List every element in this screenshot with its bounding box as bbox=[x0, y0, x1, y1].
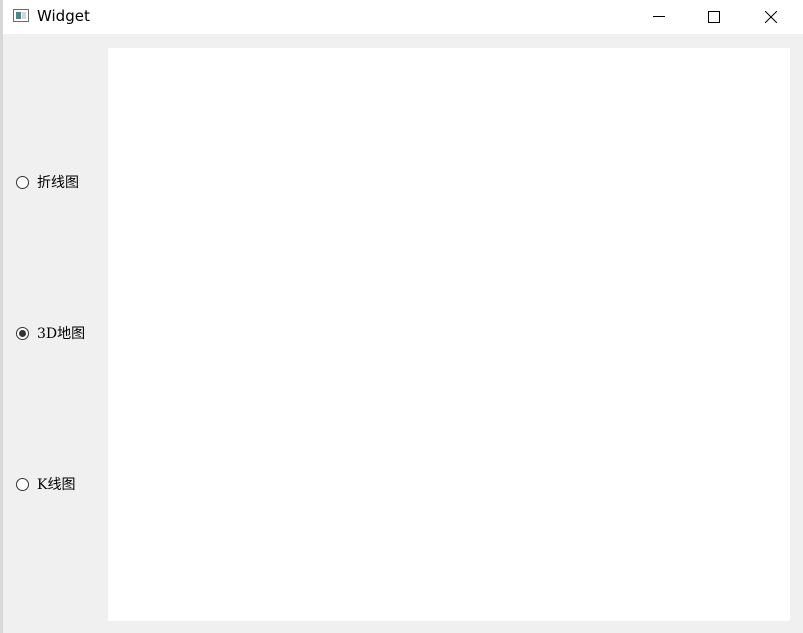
radio-button-checked[interactable] bbox=[16, 326, 29, 340]
widget-window-icon bbox=[13, 9, 29, 22]
title-bar[interactable]: Widget bbox=[3, 0, 803, 34]
chart-display-area[interactable] bbox=[108, 48, 790, 621]
close-icon bbox=[765, 11, 777, 23]
radio-3d-map[interactable]: 3D地图 bbox=[16, 323, 85, 343]
radio-label-k-line-chart: K线图 bbox=[37, 477, 76, 493]
radio-button-unchecked[interactable] bbox=[16, 477, 29, 491]
maximize-icon bbox=[708, 11, 720, 23]
radio-button-unchecked[interactable] bbox=[16, 175, 29, 189]
minimize-button[interactable] bbox=[636, 0, 682, 34]
minimize-icon bbox=[653, 16, 665, 17]
window-title: Widget bbox=[37, 7, 90, 25]
close-button[interactable] bbox=[748, 0, 794, 34]
maximize-button[interactable] bbox=[691, 0, 737, 34]
radio-label-line-chart: 折线图 bbox=[37, 175, 79, 191]
radio-line-chart[interactable]: 折线图 bbox=[16, 172, 79, 192]
radio-k-line-chart[interactable]: K线图 bbox=[16, 474, 75, 494]
app-window: Widget 折线图 3D地图 K线图 bbox=[0, 0, 803, 633]
radio-label-3d-map: 3D地图 bbox=[37, 326, 86, 342]
